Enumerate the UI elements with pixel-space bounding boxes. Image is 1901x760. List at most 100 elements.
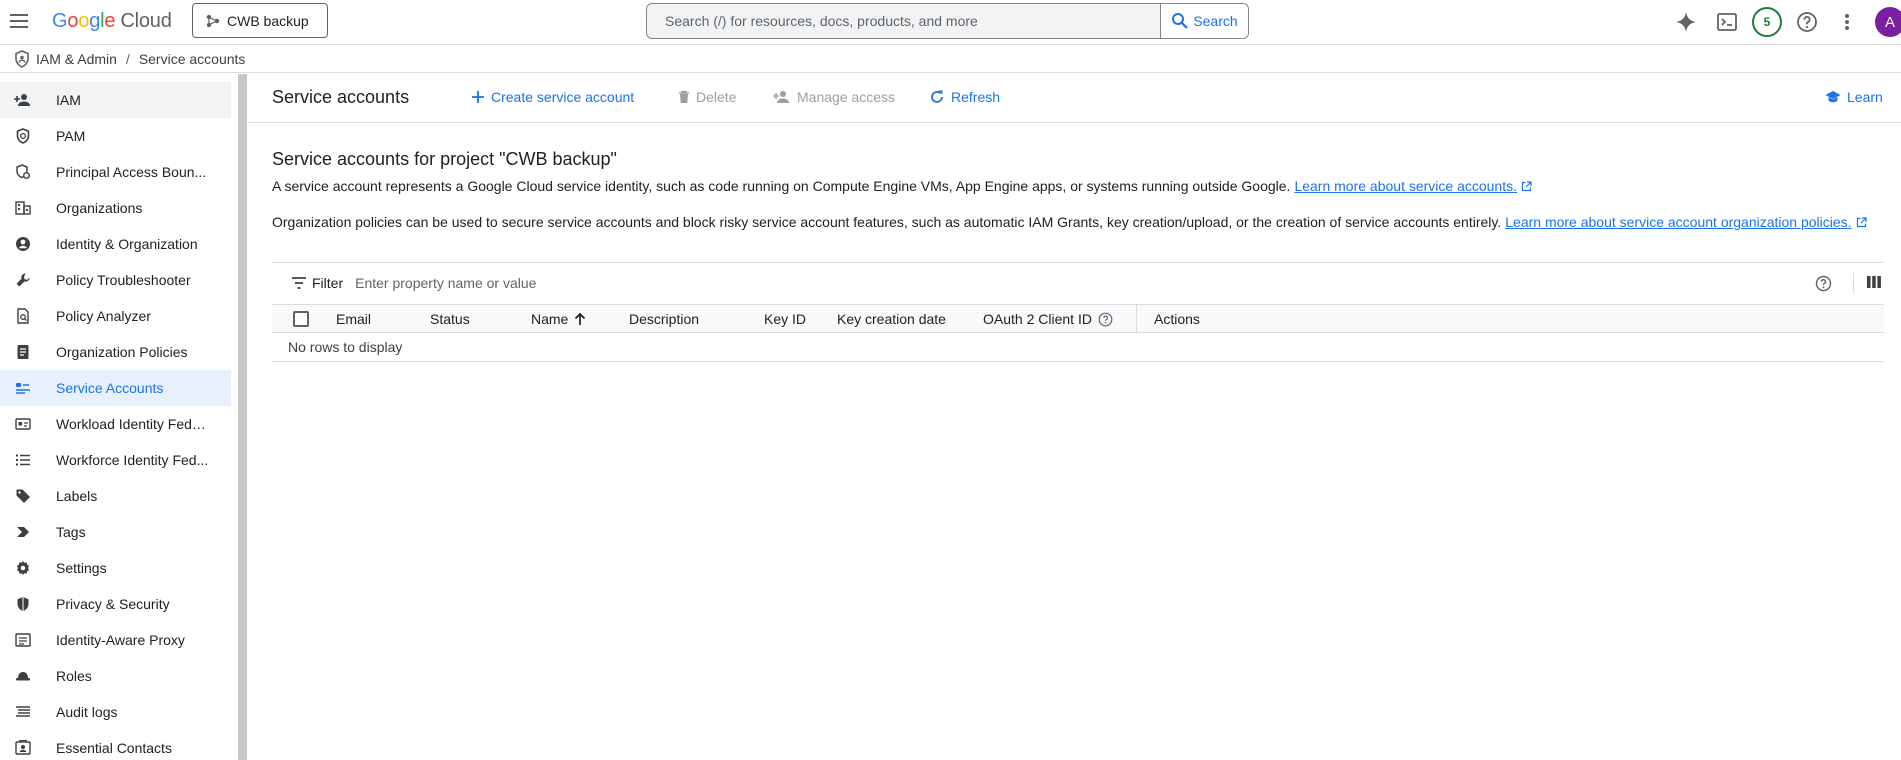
filter-icon <box>292 277 306 289</box>
learn-more-org-policies-link[interactable]: Learn more about service account organiz… <box>1505 214 1867 230</box>
tag-icon <box>14 487 32 505</box>
sidebar-scrollbar[interactable] <box>238 74 247 760</box>
filter-input[interactable] <box>355 275 1356 291</box>
shield-icon <box>14 595 32 613</box>
sidebar-item-organization-policies[interactable]: Organization Policies <box>0 334 231 370</box>
filter-button[interactable]: Filter <box>292 275 343 291</box>
sidebar-item-label: Roles <box>56 668 92 684</box>
delete-button[interactable]: Delete <box>678 89 736 105</box>
help-icon[interactable] <box>1794 9 1820 35</box>
sidebar-item-workload-identity-federation[interactable]: Workload Identity Fede... <box>0 406 231 442</box>
column-header-key-id[interactable]: Key ID <box>764 311 806 327</box>
sidebar-item-label: IAM <box>56 92 81 108</box>
open-in-new-icon <box>1856 216 1867 227</box>
filter-divider <box>1853 273 1854 293</box>
sidebar-item-service-accounts[interactable]: Service Accounts <box>0 370 231 406</box>
refresh-icon <box>931 90 943 103</box>
learn-button[interactable]: Learn <box>1825 89 1883 105</box>
sidebar-nav-list: IAM PAM Principal Access Boun... Organiz… <box>0 82 231 760</box>
person-add-icon <box>773 91 789 103</box>
search-icon <box>1172 13 1189 29</box>
refresh-label: Refresh <box>951 89 1001 105</box>
more-vert-icon[interactable] <box>1834 9 1860 35</box>
list-icon <box>14 451 32 469</box>
person-add-icon <box>14 91 32 109</box>
sort-ascending-icon <box>575 312 586 325</box>
column-header-key-creation-date[interactable]: Key creation date <box>837 311 946 327</box>
gemini-sparkle-icon[interactable] <box>1673 9 1699 35</box>
sidebar-item-identity-organization[interactable]: Identity & Organization <box>0 226 231 262</box>
hat-icon <box>14 667 32 685</box>
page-title: Service accounts <box>272 87 410 107</box>
sidebar-item-privacy-security[interactable]: Privacy & Security <box>0 586 231 622</box>
sidebar-item-identity-aware-proxy[interactable]: Identity-Aware Proxy <box>0 622 231 658</box>
sidebar-item-workforce-identity-federation[interactable]: Workforce Identity Fed... <box>0 442 231 478</box>
link-label: Learn more about service account organiz… <box>1505 214 1852 230</box>
sidebar-item-pam[interactable]: PAM <box>0 118 231 154</box>
sidebar-item-label: Principal Access Boun... <box>56 164 207 180</box>
wrench-icon <box>14 271 32 289</box>
user-avatar[interactable]: A <box>1875 7 1901 37</box>
sidebar-item-roles[interactable]: Roles <box>0 658 231 694</box>
column-header-label: Name <box>531 311 569 327</box>
contacts-icon <box>14 739 32 757</box>
search-input[interactable] <box>647 4 1160 38</box>
refresh-button[interactable]: Refresh <box>929 89 1000 105</box>
column-display-options-icon[interactable] <box>1866 275 1882 289</box>
hamburger-menu-icon[interactable] <box>8 9 32 33</box>
project-picker-button[interactable]: CWB backup <box>192 3 328 38</box>
service-account-icon <box>14 379 32 397</box>
search-bar: Search <box>646 3 1249 39</box>
main-content: Service accounts Create service account … <box>247 74 1901 760</box>
delete-label: Delete <box>696 89 737 105</box>
filter-help-icon[interactable] <box>1815 275 1832 292</box>
column-header-name[interactable]: Name <box>531 311 586 327</box>
label-arrow-icon <box>14 523 32 541</box>
sidebar-item-policy-analyzer[interactable]: Policy Analyzer <box>0 298 231 334</box>
notifications-badge[interactable]: 5 <box>1752 7 1782 37</box>
sidebar-item-label: Essential Contacts <box>56 740 172 756</box>
sidebar-item-essential-contacts[interactable]: Essential Contacts <box>0 730 231 760</box>
sidebar-item-principal-access-boundary[interactable]: Principal Access Boun... <box>0 154 231 190</box>
table-header: Email Status Name Description Key ID Key… <box>272 304 1884 333</box>
proxy-icon <box>14 631 32 649</box>
column-header-label: OAuth 2 Client ID <box>983 311 1092 327</box>
google-cloud-logo[interactable]: Google Cloud <box>52 10 172 32</box>
search-button[interactable]: Search <box>1160 4 1248 38</box>
breadcrumb-root-link[interactable]: IAM & Admin <box>36 51 117 67</box>
page-toolbar: Service accounts Create service account … <box>247 74 1901 123</box>
building-icon <box>14 199 32 217</box>
column-header-email[interactable]: Email <box>336 311 371 327</box>
sidebar-item-organizations[interactable]: Organizations <box>0 190 231 226</box>
breadcrumb-separator: / <box>125 51 130 67</box>
help-icon[interactable] <box>1098 312 1113 327</box>
learn-label: Learn <box>1847 89 1883 105</box>
create-service-account-label: Create service account <box>491 89 635 105</box>
select-all-checkbox[interactable] <box>293 311 309 327</box>
sidebar-item-label: Workload Identity Fede... <box>56 416 211 432</box>
sidebar-item-label: Settings <box>56 560 107 576</box>
sidebar-item-settings[interactable]: Settings <box>0 550 231 586</box>
column-header-status[interactable]: Status <box>430 311 470 327</box>
section-title: Service accounts for project "CWB backup… <box>272 149 617 169</box>
sidebar-item-labels[interactable]: Labels <box>0 478 231 514</box>
sidebar-item-iam[interactable]: IAM <box>0 82 231 118</box>
learn-more-service-accounts-link[interactable]: Learn more about service accounts. <box>1294 178 1532 194</box>
manage-access-button[interactable]: Manage access <box>773 89 895 105</box>
shield-clock-icon <box>14 127 32 145</box>
column-divider <box>1136 305 1137 333</box>
sidebar-item-tags[interactable]: Tags <box>0 514 231 550</box>
sidebar-item-policy-troubleshooter[interactable]: Policy Troubleshooter <box>0 262 231 298</box>
logo-google-text: Google <box>52 10 116 32</box>
sidebar-item-audit-logs[interactable]: Audit logs <box>0 694 231 730</box>
cloud-shell-terminal-icon[interactable] <box>1714 9 1740 35</box>
project-name: CWB backup <box>227 12 309 29</box>
sidebar-item-label: Identity-Aware Proxy <box>56 632 185 648</box>
column-header-description[interactable]: Description <box>629 311 699 327</box>
id-card-icon <box>14 415 32 433</box>
create-service-account-button[interactable]: Create service account <box>471 89 634 105</box>
sidebar-item-label: Audit logs <box>56 704 118 720</box>
manage-access-label: Manage access <box>797 89 896 105</box>
filter-bar: Filter <box>272 262 1884 303</box>
column-header-oauth-client-id[interactable]: OAuth 2 Client ID <box>983 311 1113 327</box>
